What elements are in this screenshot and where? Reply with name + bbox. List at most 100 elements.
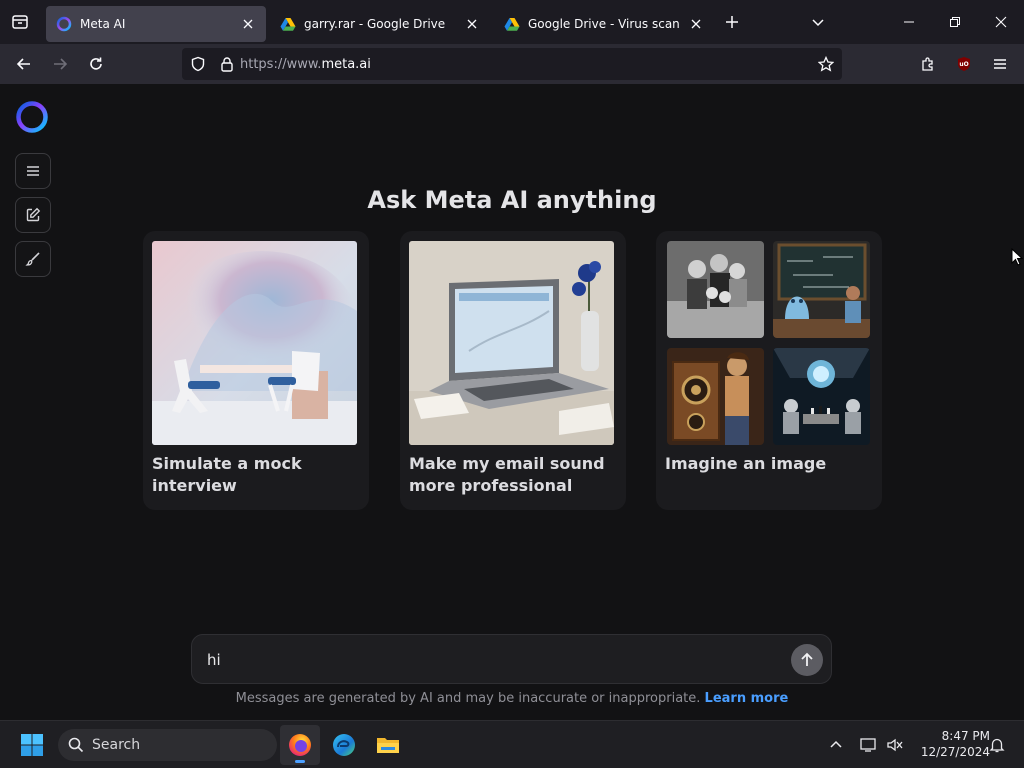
network-status-button[interactable] xyxy=(856,725,882,765)
arrow-up-icon xyxy=(801,652,813,666)
list-all-tabs-button[interactable] xyxy=(800,4,836,40)
reload-icon xyxy=(90,57,102,70)
restore-icon xyxy=(950,17,960,27)
plus-icon xyxy=(726,16,738,28)
ublock-badge-text: uO xyxy=(959,60,969,68)
mouse-cursor-icon xyxy=(1011,248,1023,266)
prompt-card-label: Simulate a mock interview xyxy=(152,454,302,495)
notifications-button[interactable] xyxy=(986,725,1008,765)
reload-button[interactable] xyxy=(78,48,114,80)
disclaimer-text: Messages are generated by AI and may be … xyxy=(235,691,701,706)
close-window-button[interactable] xyxy=(978,0,1024,44)
prompt-card-label: Make my email sound more professional xyxy=(409,454,605,495)
google-drive-icon xyxy=(280,18,296,31)
volume-button[interactable] xyxy=(882,725,908,765)
family-portrait-thumbnail xyxy=(667,241,764,338)
forward-button[interactable] xyxy=(42,48,78,80)
minimize-button[interactable] xyxy=(886,0,932,44)
search-icon xyxy=(68,737,84,753)
url-text[interactable]: https://www.meta.ai xyxy=(240,57,371,72)
lock-icon[interactable] xyxy=(220,56,234,72)
edge-icon xyxy=(333,734,355,756)
taskbar-file-explorer[interactable] xyxy=(368,725,408,765)
windows-taskbar: Search 8:47 PM 12/27/2024 xyxy=(0,720,1024,768)
shield-icon[interactable] xyxy=(190,56,206,72)
taskbar-edge[interactable] xyxy=(324,725,364,765)
arrow-right-icon xyxy=(54,58,68,70)
url-host: meta.ai xyxy=(321,56,371,72)
folder-icon xyxy=(377,738,399,753)
ai-disclaimer: Messages are generated by AI and may be … xyxy=(0,691,1024,706)
url-scheme: https://www. xyxy=(240,56,322,72)
bookmark-star-icon[interactable] xyxy=(818,56,834,72)
start-button[interactable] xyxy=(12,725,52,765)
page-title: Ask Meta AI anything xyxy=(367,186,657,214)
tab-garry-rar[interactable]: garry.rar - Google Drive xyxy=(270,6,490,42)
volume-muted-icon xyxy=(887,738,903,752)
close-icon xyxy=(691,19,701,29)
close-icon xyxy=(995,16,1007,28)
active-app-indicator xyxy=(295,760,305,763)
image-collage xyxy=(665,241,870,445)
prompt-card-label: Imagine an image xyxy=(665,454,827,473)
bell-icon xyxy=(989,738,1005,753)
clock-time: 8:47 PM xyxy=(941,729,990,743)
firefox-view-icon xyxy=(12,15,28,29)
tab-title: garry.rar - Google Drive xyxy=(304,17,446,31)
firefox-view-button[interactable] xyxy=(0,0,40,44)
paintbrush-icon xyxy=(25,252,40,266)
url-bar[interactable]: https://www.meta.ai xyxy=(182,48,842,80)
close-icon xyxy=(243,19,253,29)
taskbar-clock[interactable]: 8:47 PM 12/27/2024 xyxy=(910,728,990,760)
hamburger-menu-icon xyxy=(994,59,1006,69)
new-tab-button[interactable] xyxy=(714,4,750,40)
chevron-up-icon xyxy=(830,740,842,748)
minimize-icon xyxy=(904,21,914,23)
taskbar-search-box[interactable]: Search xyxy=(58,729,277,761)
prompt-card-imagine[interactable]: Imagine an image xyxy=(656,231,882,510)
restore-button[interactable] xyxy=(932,0,978,44)
send-button[interactable] xyxy=(791,644,823,676)
learn-more-link[interactable]: Learn more xyxy=(705,691,789,706)
browser-tab-strip: Meta AI garry.rar - Google Drive Google … xyxy=(0,0,1024,44)
google-drive-icon xyxy=(504,18,520,31)
prompt-card-mock-interview[interactable]: Simulate a mock interview xyxy=(143,231,369,510)
firefox-icon xyxy=(289,734,311,756)
puzzle-piece-icon xyxy=(922,57,933,71)
sidebar-menu-button[interactable] xyxy=(15,153,51,189)
tab-close-button[interactable] xyxy=(464,16,480,32)
app-menu-button[interactable] xyxy=(982,48,1018,80)
message-input[interactable]: hi xyxy=(207,651,221,669)
astronauts-chess-thumbnail xyxy=(773,348,870,445)
network-display-icon xyxy=(860,738,876,752)
imagine-button[interactable] xyxy=(15,241,51,277)
message-composer[interactable]: hi xyxy=(191,634,832,684)
meta-ai-page: Ask Meta AI anything Simulate a mock int… xyxy=(0,84,1024,720)
extensions-button[interactable] xyxy=(910,48,946,80)
navigation-toolbar: https://www.meta.ai uO xyxy=(0,44,1024,84)
classroom-ghost-thumbnail xyxy=(773,241,870,338)
tab-title: Google Drive - Virus scan warni xyxy=(528,17,682,31)
ublock-origin-button[interactable]: uO xyxy=(946,48,982,80)
windows-logo-icon xyxy=(21,734,43,756)
close-icon xyxy=(467,19,477,29)
chevron-down-icon xyxy=(812,19,824,27)
search-label: Search xyxy=(92,737,141,753)
tab-meta-ai[interactable]: Meta AI xyxy=(46,6,266,42)
laptop-email-image xyxy=(409,241,614,445)
back-button[interactable] xyxy=(6,48,42,80)
show-hidden-icons-button[interactable] xyxy=(818,725,854,765)
meta-ai-ring-icon xyxy=(56,16,72,32)
tab-title: Meta AI xyxy=(80,17,126,31)
interview-room-image xyxy=(152,241,357,445)
tab-close-button[interactable] xyxy=(240,16,256,32)
taskbar-firefox[interactable] xyxy=(280,725,320,765)
tab-virus-scan-warning[interactable]: Google Drive - Virus scan warni xyxy=(494,6,714,42)
prompt-card-professional-email[interactable]: Make my email sound more professional xyxy=(400,231,626,510)
meta-ai-logo-icon[interactable] xyxy=(15,100,49,134)
hamburger-menu-icon xyxy=(27,166,39,176)
clock-date: 12/27/2024 xyxy=(920,745,990,759)
tab-close-button[interactable] xyxy=(688,16,704,32)
boy-and-speaker-thumbnail xyxy=(667,348,764,445)
arrow-left-icon xyxy=(16,58,30,70)
